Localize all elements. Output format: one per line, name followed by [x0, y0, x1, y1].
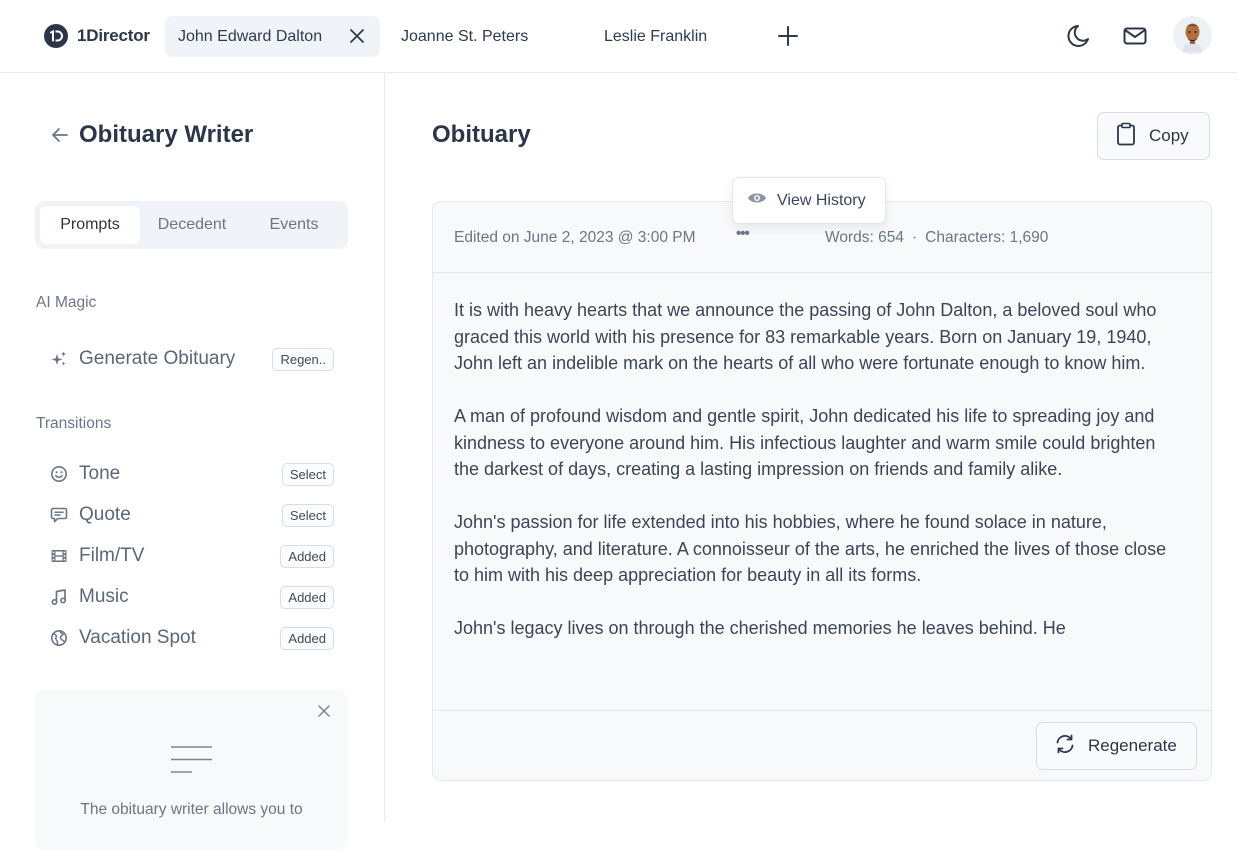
sidebar: Obituary Writer Prompts Decedent Events … [0, 73, 385, 850]
film-icon [50, 547, 68, 565]
added-badge-button[interactable]: Added [280, 586, 334, 609]
option-tone[interactable]: Tone Select [50, 460, 334, 488]
option-label: Quote [79, 504, 131, 525]
option-label: Vacation Spot [79, 627, 196, 648]
user-avatar[interactable] [1173, 16, 1212, 55]
option-vacation-spot[interactable]: Vacation Spot Added [50, 624, 334, 652]
copy-label: Copy [1149, 126, 1189, 145]
option-label: Film/TV [79, 545, 145, 566]
view-history-popover[interactable]: View History [732, 177, 886, 224]
option-music[interactable]: Music Added [50, 583, 334, 611]
obituary-editor: Edited on June 2, 2023 @ 3:00 PM ••• Wor… [432, 201, 1212, 781]
1d-logo-icon [44, 24, 68, 48]
info-card-text: The obituary writer allows you to [80, 801, 303, 818]
regenerate-button[interactable]: Regenerate [1036, 722, 1197, 770]
close-icon[interactable] [348, 27, 366, 50]
select-badge-button[interactable]: Select [281, 463, 334, 486]
regenerate-label: Regenerate [1088, 736, 1177, 755]
option-label: Music [79, 586, 129, 607]
obituary-text-area[interactable]: It is with heavy hearts that we announce… [454, 297, 1184, 710]
added-badge-button[interactable]: Added [280, 545, 334, 568]
tab-prompts[interactable]: Prompts [40, 206, 140, 244]
smiley-icon [50, 465, 68, 483]
tab-john-edward-dalton[interactable]: John Edward Dalton [165, 16, 380, 57]
ellipsis-icon[interactable]: ••• [736, 225, 750, 242]
tab-label: Leslie Franklin [604, 27, 708, 45]
paragraph: It is with heavy hearts that we announce… [454, 300, 1157, 373]
close-icon[interactable] [317, 704, 331, 723]
mail-icon[interactable] [1122, 23, 1148, 54]
tab-events[interactable]: Events [245, 206, 343, 244]
paragraph: John's passion for life extended into hi… [454, 512, 1167, 585]
tab-label: Joanne St. Peters [401, 27, 529, 45]
option-generate-obituary[interactable]: Generate Obituary Regen.. [50, 345, 334, 373]
music-note-icon [50, 588, 68, 606]
tab-leslie-franklin[interactable]: Leslie Franklin [604, 16, 707, 57]
clipboard-icon [1116, 122, 1136, 151]
text-lines-icon [171, 746, 213, 779]
app-name: 1Director [77, 26, 150, 45]
arrow-left-icon[interactable] [50, 125, 70, 150]
option-film-tv[interactable]: Film/TV Added [50, 542, 334, 570]
moon-icon[interactable] [1065, 23, 1091, 54]
tab-decedent[interactable]: Decedent [143, 206, 241, 244]
info-card: The obituary writer allows you to [35, 690, 348, 850]
eye-icon [747, 191, 767, 210]
tab-joanne-st-peters[interactable]: Joanne St. Peters [401, 16, 528, 57]
tab-label: John Edward Dalton [178, 27, 323, 45]
sidebar-title: Obituary Writer [79, 121, 254, 148]
option-label: Tone [79, 463, 121, 484]
option-label: Generate Obituary [79, 348, 236, 369]
sparkles-icon [50, 350, 68, 368]
section-label-transitions: Transitions [36, 415, 112, 432]
regen-badge-button[interactable]: Regen.. [272, 348, 334, 371]
page-title: Obituary [432, 121, 531, 148]
word-count: Words: 654 [825, 229, 904, 246]
chat-quote-icon [50, 506, 68, 524]
added-badge-button[interactable]: Added [280, 627, 334, 650]
plus-icon[interactable] [776, 24, 800, 53]
character-count: Characters: 1,690 [925, 229, 1049, 246]
top-bar: 1Director John Edward Dalton Joanne St. … [0, 0, 1238, 73]
refresh-icon [1054, 733, 1076, 760]
separator-dot: · [911, 229, 918, 246]
paragraph: John's legacy lives on through the cheri… [454, 618, 1066, 638]
globe-icon [50, 629, 68, 647]
editor-footer: Regenerate [433, 710, 1211, 780]
app-logo[interactable]: 1Director [44, 24, 150, 48]
segmented-control: Prompts Decedent Events [35, 201, 348, 249]
section-label-ai-magic: AI Magic [36, 294, 97, 311]
copy-button[interactable]: Copy [1097, 112, 1210, 160]
paragraph: A man of profound wisdom and gentle spir… [454, 406, 1156, 479]
select-badge-button[interactable]: Select [281, 504, 334, 527]
edited-timestamp: Edited on June 2, 2023 @ 3:00 PM [454, 229, 696, 246]
option-quote[interactable]: Quote Select [50, 501, 334, 529]
view-history-label: View History [777, 191, 866, 209]
word-count-info: Words: 654 · Characters: 1,690 [825, 229, 1048, 247]
